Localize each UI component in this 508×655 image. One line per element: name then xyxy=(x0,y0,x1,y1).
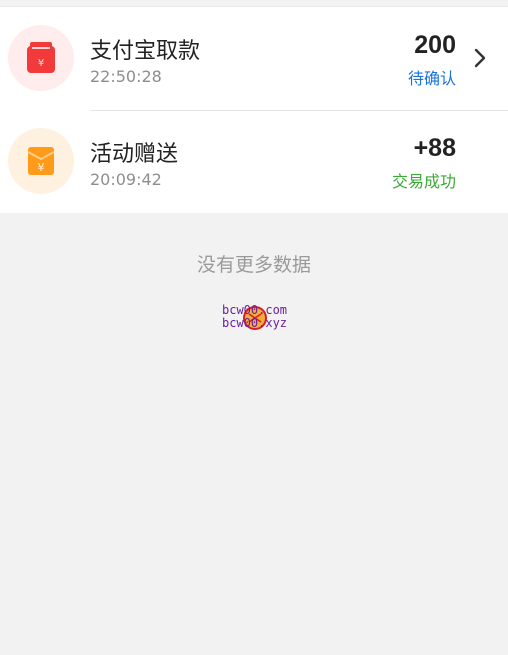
gift-envelope-icon: ¥ xyxy=(8,128,74,194)
chevron-right-icon[interactable] xyxy=(472,47,488,69)
transaction-row-bonus[interactable]: ¥ 活动赠送 20:09:42 +88 交易成功 xyxy=(0,110,508,213)
transaction-status: 交易成功 xyxy=(391,172,456,191)
transaction-list: ¥ 支付宝取款 22:50:28 200 待确认 ¥ 活动赠送 20:09:42… xyxy=(0,7,508,213)
transaction-amount: +88 xyxy=(413,134,456,162)
transaction-time: 20:09:42 xyxy=(90,170,162,189)
top-divider xyxy=(0,0,508,7)
transaction-title: 支付宝取款 xyxy=(90,39,201,64)
watermark: bcw00.com bcw00.xyz xyxy=(222,304,296,334)
red-envelope-icon: ¥ xyxy=(8,25,74,91)
transaction-row-withdrawal[interactable]: ¥ 支付宝取款 22:50:28 200 待确认 xyxy=(0,7,508,110)
svg-text:¥: ¥ xyxy=(38,161,45,174)
transaction-amount: 200 xyxy=(414,31,456,59)
transaction-title: 活动赠送 xyxy=(90,142,179,167)
watermark-line-2: bcw00.xyz xyxy=(222,316,288,330)
transaction-status: 待确认 xyxy=(407,69,456,88)
transaction-time: 22:50:28 xyxy=(90,67,162,86)
svg-text:¥: ¥ xyxy=(38,58,44,69)
no-more-data-label: 没有更多数据 xyxy=(196,254,311,276)
